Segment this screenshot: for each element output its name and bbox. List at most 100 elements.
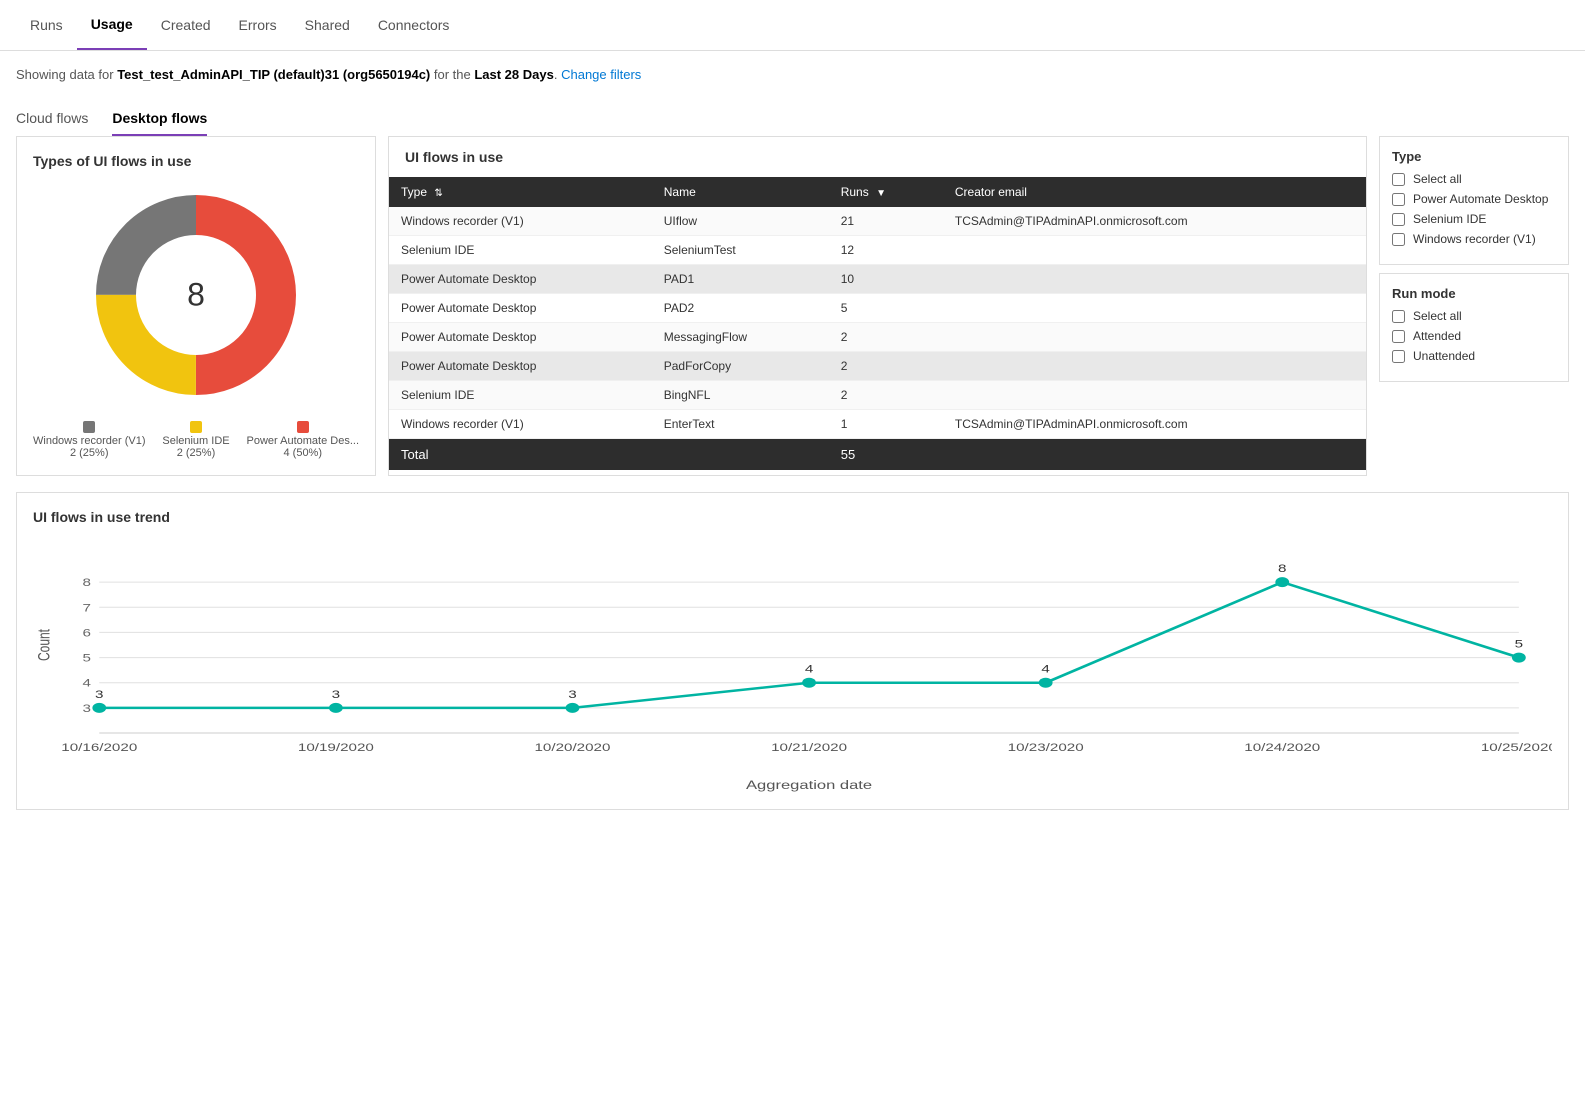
type-filter-checkbox[interactable] [1392,213,1405,226]
legend-color-gray [83,421,95,433]
donut-card: Types of UI flows in use 8 [16,136,376,476]
total-value: 55 [829,439,943,471]
cell-runs: 21 [829,207,943,236]
svg-text:6: 6 [83,626,91,638]
svg-text:10/25/2020: 10/25/2020 [1481,741,1552,753]
type-filter-checkbox[interactable] [1392,173,1405,186]
type-filter-option[interactable]: Windows recorder (V1) [1392,232,1556,246]
cell-name: PAD1 [652,265,829,294]
cell-runs: 2 [829,352,943,381]
run-mode-filter-option[interactable]: Attended [1392,329,1556,343]
run-mode-filter-option[interactable]: Select all [1392,309,1556,323]
table-row: Windows recorder (V1)UIflow21TCSAdmin@TI… [389,207,1366,236]
run-mode-filter-checkbox[interactable] [1392,350,1405,363]
svg-text:5: 5 [1515,638,1523,650]
trend-svg: 345678Count310/16/2020310/19/2020310/20/… [33,533,1552,793]
cell-name: PAD2 [652,294,829,323]
col-name: Name [652,177,829,207]
cell-email [943,294,1366,323]
type-filter-checkbox[interactable] [1392,233,1405,246]
subtitle-prefix: Showing data for [16,67,117,82]
legend-item-red: Power Automate Des... 4 (50%) [247,421,360,459]
tab-desktop-flows[interactable]: Desktop flows [112,102,207,136]
type-filter-label: Selenium IDE [1413,212,1486,226]
flows-table: Type ⇅ Name Runs ▼ Creator email Windows… [389,177,1366,470]
svg-text:10/24/2020: 10/24/2020 [1244,741,1320,753]
type-filter-option[interactable]: Power Automate Desktop [1392,192,1556,206]
type-filter-option[interactable]: Select all [1392,172,1556,186]
svg-text:10/19/2020: 10/19/2020 [298,741,374,753]
cell-email [943,236,1366,265]
run-mode-filter-options: Select all Attended Unattended [1392,309,1556,363]
nav-item-shared[interactable]: Shared [291,1,364,49]
runs-sort-icon[interactable]: ▼ [876,188,886,199]
cell-type: Power Automate Desktop [389,323,652,352]
total-empty2 [943,439,1366,471]
run-mode-filter-option[interactable]: Unattended [1392,349,1556,363]
trend-card: UI flows in use trend 345678Count310/16/… [16,492,1569,810]
tab-cloud-flows[interactable]: Cloud flows [16,102,88,136]
type-filter-option[interactable]: Selenium IDE [1392,212,1556,226]
table-footer: Total 55 [389,439,1366,471]
type-sort-icon[interactable]: ⇅ [434,188,442,199]
subtitle-bar: Showing data for Test_test_AdminAPI_TIP … [0,51,1585,90]
run-mode-filter-box: Run mode Select all Attended Unattended [1379,273,1569,382]
cell-runs: 12 [829,236,943,265]
table-row: Selenium IDEBingNFL2 [389,381,1366,410]
filter-panel: Type Select all Power Automate Desktop Sel… [1379,136,1569,476]
cell-email: TCSAdmin@TIPAdminAPI.onmicrosoft.com [943,410,1366,439]
table-header: Type ⇅ Name Runs ▼ Creator email [389,177,1366,207]
donut-legend: Windows recorder (V1) 2 (25%) Selenium I… [33,421,359,459]
legend-color-red [297,421,309,433]
type-filter-title: Type [1392,149,1556,164]
type-filter-checkbox[interactable] [1392,193,1405,206]
nav-item-usage[interactable]: Usage [77,0,147,50]
cell-email [943,381,1366,410]
type-filter-label: Windows recorder (V1) [1413,232,1536,246]
subtitle-env: Test_test_AdminAPI_TIP (default)31 (org5… [117,67,430,82]
nav-item-runs[interactable]: Runs [16,1,77,49]
col-runs: Runs ▼ [829,177,943,207]
donut-chart: 8 [86,185,306,405]
subtitle-suffix: . [554,67,558,82]
table-row: Selenium IDESeleniumTest12 [389,236,1366,265]
legend-label-red: Power Automate Des... [247,435,360,447]
cell-runs: 2 [829,323,943,352]
nav-item-created[interactable]: Created [147,1,225,49]
run-mode-filter-title: Run mode [1392,286,1556,301]
total-row: Total 55 [389,439,1366,471]
legend-label-yellow: Selenium IDE [162,435,229,447]
change-filters-link[interactable]: Change filters [561,67,641,82]
svg-text:8: 8 [83,576,91,588]
cell-type: Selenium IDE [389,381,652,410]
svg-text:4: 4 [83,677,91,689]
run-mode-filter-label: Select all [1413,309,1462,323]
cell-runs: 10 [829,265,943,294]
cell-email [943,265,1366,294]
table-row: Power Automate DesktopMessagingFlow2 [389,323,1366,352]
cell-type: Selenium IDE [389,236,652,265]
table-card: UI flows in use Type ⇅ Name Runs ▼ Creat… [388,136,1367,476]
legend-color-yellow [190,421,202,433]
subtitle-period: Last 28 Days [474,67,554,82]
svg-text:3: 3 [83,702,91,714]
cell-email [943,352,1366,381]
svg-text:8: 8 [1278,562,1286,574]
top-section: Types of UI flows in use 8 [16,136,1569,476]
chart-area: 345678Count310/16/2020310/19/2020310/20/… [33,533,1552,793]
cell-email: TCSAdmin@TIPAdminAPI.onmicrosoft.com [943,207,1366,236]
run-mode-filter-checkbox[interactable] [1392,330,1405,343]
cell-name: SeleniumTest [652,236,829,265]
cell-runs: 1 [829,410,943,439]
run-mode-filter-checkbox[interactable] [1392,310,1405,323]
nav-item-errors[interactable]: Errors [225,1,291,49]
total-empty1 [652,439,829,471]
table-body: Windows recorder (V1)UIflow21TCSAdmin@TI… [389,207,1366,439]
table-title: UI flows in use [389,137,1366,177]
cell-name: PadForCopy [652,352,829,381]
run-mode-filter-label: Unattended [1413,349,1475,363]
nav-item-connectors[interactable]: Connectors [364,1,464,49]
table-row: Power Automate DesktopPAD25 [389,294,1366,323]
table-row: Power Automate DesktopPAD110 [389,265,1366,294]
table-row: Power Automate DesktopPadForCopy2 [389,352,1366,381]
